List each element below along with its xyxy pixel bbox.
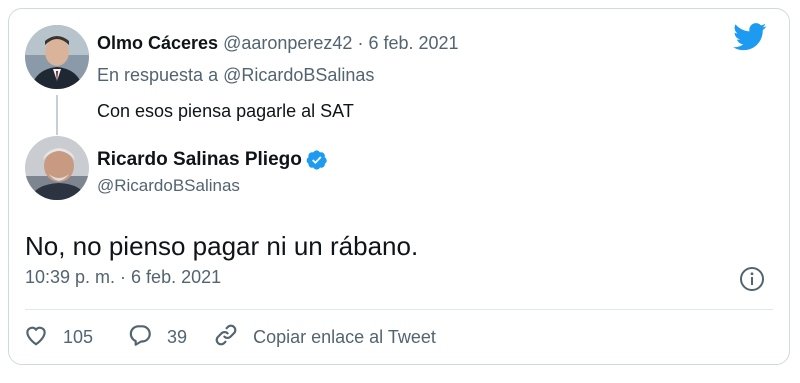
parent-tweet-text: Con esos piensa pagarle al SAT — [97, 101, 354, 121]
header-separator: · — [357, 33, 364, 53]
tweet-text: No, no pienso pagar ni un rábano. — [25, 231, 419, 261]
tweet-actions-bar: 105 39 Copiar enlace al Tweet — [23, 322, 436, 352]
parent-author-handle[interactable]: @aaronperez42 — [223, 33, 352, 53]
reply-bubble-icon — [127, 322, 153, 353]
author-name-row: Ricardo Salinas Pliego — [97, 149, 328, 171]
thread-connector-line — [56, 95, 58, 135]
parent-tweet-date[interactable]: 6 feb. 2021 — [368, 33, 458, 53]
info-icon[interactable] — [739, 266, 765, 292]
link-icon — [213, 322, 239, 353]
twitter-bird-icon[interactable] — [733, 23, 767, 51]
reply-count: 39 — [167, 326, 188, 347]
verified-badge-icon — [306, 149, 328, 171]
parent-tweet-header: Olmo Cáceres @aaronperez42 · 6 feb. 2021 — [97, 33, 459, 54]
parent-author-avatar[interactable] — [25, 25, 89, 89]
tweet-timestamp[interactable]: 10:39 p. m. · 6 feb. 2021 — [25, 267, 221, 288]
parent-author-name[interactable]: Olmo Cáceres — [97, 33, 218, 53]
author-avatar[interactable] — [25, 136, 89, 200]
heart-icon — [23, 322, 49, 353]
reply-handle-link[interactable]: @RicardoBSalinas — [223, 65, 374, 85]
reply-context: En respuesta a @RicardoBSalinas — [97, 65, 374, 86]
reply-button[interactable]: 39 — [127, 322, 187, 353]
like-count: 105 — [63, 326, 94, 347]
like-button[interactable]: 105 — [23, 322, 93, 353]
copy-link-button[interactable]: Copiar enlace al Tweet — [213, 322, 436, 353]
reply-prefix: En respuesta a — [97, 65, 224, 85]
actions-divider — [25, 309, 773, 310]
author-handle[interactable]: @RicardoBSalinas — [97, 176, 240, 196]
author-name[interactable]: Ricardo Salinas Pliego — [97, 149, 302, 171]
copy-link-label: Copiar enlace al Tweet — [253, 326, 436, 347]
embedded-tweet-card[interactable]: Olmo Cáceres @aaronperez42 · 6 feb. 2021… — [8, 8, 790, 365]
